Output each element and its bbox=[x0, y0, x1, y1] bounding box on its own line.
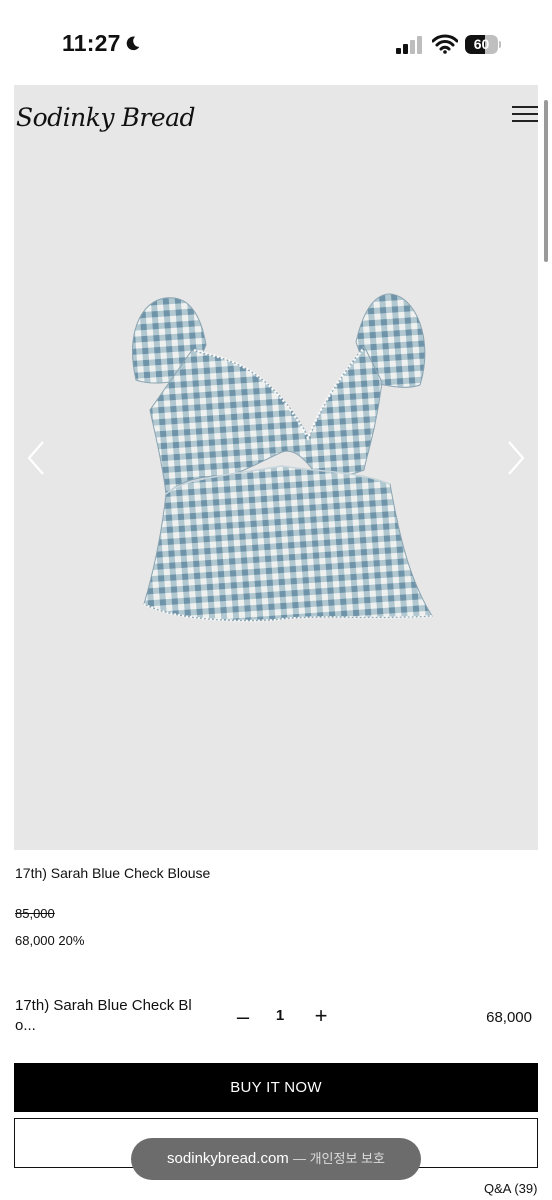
option-price: 68,000 bbox=[486, 1009, 532, 1026]
status-bar: 11:27 60 bbox=[0, 0, 552, 84]
selected-option-row: 17th) Sarah Blue Check Bl o... – 1 + 68,… bbox=[0, 990, 552, 1050]
browser-privacy-label: — 개인정보 보호 bbox=[292, 1151, 385, 1166]
scroll-indicator[interactable] bbox=[544, 100, 548, 262]
browser-domain: sodinkybread.com bbox=[167, 1150, 289, 1167]
option-name: 17th) Sarah Blue Check Bl o... bbox=[15, 997, 192, 1034]
signal-icon bbox=[396, 36, 422, 54]
chevron-left-icon[interactable] bbox=[26, 440, 46, 476]
product-title: 17th) Sarah Blue Check Blouse bbox=[15, 865, 211, 881]
minus-icon[interactable]: – bbox=[234, 1006, 252, 1028]
wifi-icon bbox=[432, 34, 458, 54]
price-original: 85,000 bbox=[15, 906, 55, 921]
plus-icon[interactable]: + bbox=[311, 1005, 331, 1027]
buy-now-button[interactable]: BUY IT NOW bbox=[14, 1063, 538, 1112]
tab-qa[interactable]: Q&A (39) bbox=[484, 1181, 537, 1196]
product-image bbox=[132, 293, 433, 622]
brand-logo[interactable]: Sodinky Bread bbox=[16, 103, 196, 132]
menu-icon[interactable] bbox=[512, 105, 538, 123]
quantity-value[interactable]: 1 bbox=[270, 1007, 290, 1024]
battery-icon: 60 bbox=[465, 35, 501, 54]
browser-url-pill[interactable]: sodinkybread.com — 개인정보 보호 bbox=[131, 1138, 421, 1180]
product-gallery[interactable]: Sodinky Bread bbox=[14, 85, 538, 850]
moon-icon bbox=[126, 36, 140, 51]
price-sale: 68,000 20% bbox=[15, 933, 85, 948]
status-time: 11:27 bbox=[62, 30, 121, 56]
battery-level: 60 bbox=[473, 36, 490, 52]
chevron-right-icon[interactable] bbox=[506, 440, 526, 476]
